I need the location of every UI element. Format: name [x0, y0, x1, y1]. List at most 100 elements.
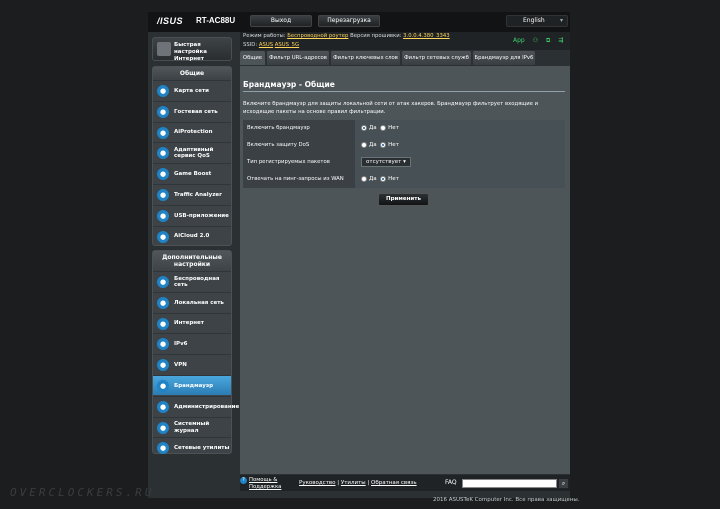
quick-setup-label: Быстрая настройка Интернет — [174, 42, 207, 62]
syslog-icon: ● — [157, 421, 169, 434]
sidebar-general-title: Общие — [153, 67, 231, 79]
faq-search-input[interactable] — [462, 479, 557, 488]
sidebar-item-label: Беспроводная сеть — [174, 275, 220, 289]
setting-label: Тип регистрируемых пакетов — [243, 154, 355, 171]
internet-icon: ● — [157, 317, 169, 330]
aiprotection-icon: ● — [157, 126, 169, 139]
page-title: Брандмауэр - Общие — [243, 80, 335, 89]
sidebar-item[interactable]: ● Гостевая сеть — [153, 100, 231, 121]
apply-button[interactable]: Применить — [378, 193, 429, 206]
ping-no-radio[interactable] — [380, 175, 387, 182]
sidebar-item[interactable]: ● Game Boost — [153, 163, 231, 183]
setting-row-firewall: Включить брандмауэр Да Нет — [243, 120, 565, 137]
guest-network-icon: ● — [157, 105, 169, 118]
sidebar-item[interactable]: ● Брандмауэр — [153, 375, 231, 395]
info-line-1: Режим работы: Беспроводной роутер Версия… — [243, 33, 450, 39]
wireless-icon: ● — [157, 276, 169, 288]
copy-icon[interactable]: ⧉ — [546, 37, 550, 44]
sidebar-item[interactable]: ● Системный журнал — [153, 416, 231, 437]
ipv6-icon: ● — [157, 338, 169, 351]
setting-row-dos: Включить защиту DoS Да Нет — [243, 137, 565, 154]
sidebar-item-label: Сетевые утилиты — [174, 445, 230, 452]
sidebar-advanced: Дополнительные настройки ● Беспроводная с… — [152, 250, 239, 457]
sidebar-item[interactable]: ● Сетевые утилиты — [153, 437, 231, 457]
dos-no-radio[interactable] — [380, 141, 387, 148]
sidebar-item[interactable]: ● VPN — [153, 354, 231, 374]
search-icon[interactable]: ⌕ — [559, 479, 568, 488]
feedback-link[interactable]: Обратная связь — [371, 480, 417, 486]
setting-row-log-type: Тип регистрируемых пакетов отсутствует ▾ — [243, 154, 565, 171]
sidebar-item-label: Адаптивный сервис QoS — [174, 146, 214, 160]
ssid-link-24[interactable]: ASUS — [259, 42, 273, 48]
quick-setup-button[interactable]: Быстрая настройка Интернет — [152, 37, 232, 62]
game-boost-icon: ● — [157, 168, 169, 181]
help-support-link[interactable]: ? Помощь & Поддержка — [240, 477, 289, 491]
reboot-button[interactable]: Перезагрузка — [318, 15, 380, 27]
copyright: 2016 ASUSTeK Computer Inc. Все права защ… — [433, 497, 580, 503]
sidebar-item-label: Администрирование — [174, 403, 240, 410]
mode-link[interactable]: Беспроводной роутер — [287, 33, 348, 39]
sidebar-item-label: Гостевая сеть — [174, 108, 218, 115]
tab-keyword-filter[interactable]: Фильтр ключевых слов — [331, 51, 400, 65]
utilities-link[interactable]: Утилиты — [341, 480, 366, 486]
setting-label: Отвечать на пинг-запросы из WAN — [243, 171, 355, 188]
setting-label: Включить защиту DoS — [243, 137, 355, 154]
language-select[interactable]: English ▾ — [506, 15, 568, 27]
log-type-select[interactable]: отсутствует ▾ — [361, 156, 411, 167]
tab-ipv6-firewall[interactable]: Брандмауэр для IPv6 — [473, 51, 535, 65]
lan-icon: ● — [157, 296, 169, 309]
setting-row-wan-ping: Отвечать на пинг-запросы из WAN Да Нет — [243, 171, 565, 188]
page-description: Включите брандмауэр для защиты локальной… — [243, 101, 539, 115]
dos-yes-radio[interactable] — [361, 141, 367, 148]
sidebar-item-label: Traffic Analyzer — [174, 191, 222, 198]
sidebar-item[interactable]: ● USB-приложение — [153, 204, 231, 225]
sidebar-item[interactable]: ● IPv6 — [153, 333, 231, 353]
usb-icon: ● — [157, 209, 169, 222]
sidebar-item[interactable]: ● Беспроводная сеть — [153, 271, 231, 291]
ping-yes-radio[interactable] — [361, 175, 367, 182]
network-map-icon: ● — [157, 85, 169, 97]
sidebar-item-label: USB-приложение — [174, 212, 229, 219]
sidebar-item[interactable]: ● AiProtection — [153, 121, 231, 142]
sidebar-item-label: Интернет — [174, 320, 204, 327]
sidebar-item-label: IPv6 — [174, 341, 188, 348]
network-tools-icon: ● — [157, 442, 169, 455]
sidebar-item-label: Системный журнал — [174, 421, 210, 434]
sidebar-item[interactable]: ● Адаптивный сервис QoS — [153, 142, 231, 162]
logout-button[interactable]: Выход — [250, 15, 312, 27]
sidebar-item[interactable]: ● Локальная сеть — [153, 291, 231, 312]
aicloud-icon: ● — [157, 230, 169, 243]
router-model: RT-AC88U — [196, 16, 236, 25]
tab-url-filter[interactable]: Фильтр URL-адресов — [267, 51, 329, 65]
setting-label: Включить брандмауэр — [243, 120, 355, 137]
qos-icon: ● — [157, 147, 169, 160]
usb-status-icon[interactable]: ⇶ — [558, 37, 563, 44]
status-icons: App ⚇ ⧉ ⇶ — [513, 37, 569, 45]
help-icon: ? — [240, 477, 247, 484]
sidebar-item-label: AiProtection — [174, 129, 213, 136]
sidebar-item[interactable]: ● Карта сети — [153, 80, 231, 100]
manual-link[interactable]: Руководство — [299, 480, 336, 486]
firewall-no-radio[interactable] — [380, 124, 387, 131]
traffic-analyzer-icon: ● — [157, 189, 169, 201]
tab-general[interactable]: Общие — [240, 51, 265, 65]
sidebar-item-label: AiCloud 2.0 — [174, 233, 210, 240]
sidebar-advanced-title: Дополнительные настройки — [153, 251, 231, 271]
app-link[interactable]: App — [513, 37, 525, 44]
title-divider — [243, 91, 565, 92]
sidebar-item[interactable]: ● AiCloud 2.0 — [153, 225, 231, 246]
firewall-yes-radio[interactable] — [361, 124, 367, 131]
admin-icon: ● — [157, 400, 169, 413]
sidebar-item-label: VPN — [174, 361, 187, 368]
vpn-icon: ● — [157, 359, 169, 372]
sidebar-item[interactable]: ● Traffic Analyzer — [153, 184, 231, 204]
quick-setup-icon — [157, 42, 171, 56]
tab-service-filter[interactable]: Фильтр сетевых служб — [402, 51, 471, 65]
chevron-down-icon: ▾ — [559, 17, 563, 24]
firmware-link[interactable]: 3.0.0.4.380_3343 — [403, 33, 449, 39]
sidebar-item-label: Game Boost — [174, 170, 212, 177]
user-icon[interactable]: ⚇ — [533, 37, 538, 44]
sidebar-item[interactable]: ● Интернет — [153, 312, 231, 333]
sidebar-item[interactable]: ● Администрирование — [153, 395, 239, 416]
ssid-link-5g[interactable]: ASUS_5G — [275, 42, 299, 48]
